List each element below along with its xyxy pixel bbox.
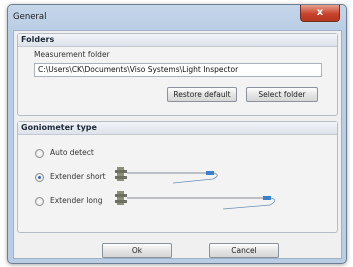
option-label-auto-detect[interactable]: Auto detect xyxy=(50,148,94,157)
measurement-folder-input[interactable]: C:\Users\CK\Documents\Viso Systems\Light… xyxy=(34,63,322,77)
radio-auto-detect[interactable] xyxy=(35,149,44,158)
goniometer-long-icon xyxy=(115,191,276,210)
title-bar[interactable]: General x xyxy=(8,5,346,29)
dialog-window: General x Folders Measurement folder C:\… xyxy=(7,4,347,264)
dialog-client: Folders Measurement folder C:\Users\CK\D… xyxy=(13,30,342,259)
radio-extender-long[interactable] xyxy=(35,197,44,206)
ok-button[interactable]: Ok xyxy=(102,243,172,258)
close-button[interactable]: x xyxy=(300,5,340,22)
goniometer-heading: Goniometer type xyxy=(18,122,337,135)
restore-default-button[interactable]: Restore default xyxy=(167,87,237,102)
goniometer-group: Goniometer type Auto detect Extender sho… xyxy=(17,121,338,233)
radio-extender-short[interactable] xyxy=(35,173,44,182)
folders-heading: Folders xyxy=(18,34,337,47)
close-icon: x xyxy=(316,7,324,18)
window-title: General xyxy=(13,12,47,22)
option-label-extender-short[interactable]: Extender short xyxy=(50,172,106,181)
measurement-folder-label: Measurement folder xyxy=(34,50,110,59)
option-label-extender-long[interactable]: Extender long xyxy=(50,196,103,205)
goniometer-short-icon xyxy=(115,167,218,184)
select-folder-button[interactable]: Select folder xyxy=(246,87,318,102)
cancel-button[interactable]: Cancel xyxy=(209,243,279,258)
folders-group: Folders Measurement folder C:\Users\CK\D… xyxy=(17,33,338,116)
